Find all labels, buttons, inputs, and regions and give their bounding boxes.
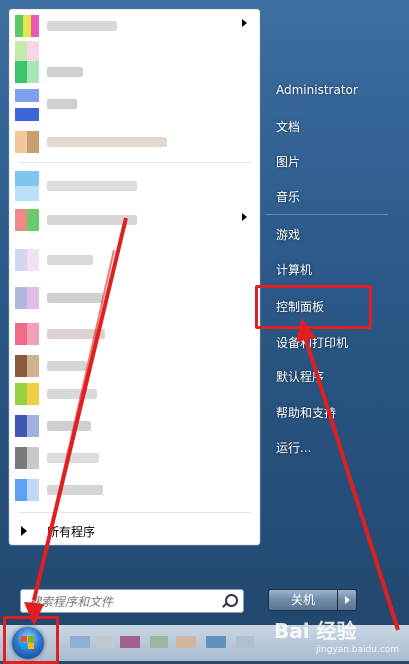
program-item[interactable]	[13, 169, 253, 203]
taskbar-item-blurred[interactable]	[96, 636, 114, 648]
program-icon	[15, 131, 39, 153]
watermark-sub: jingyan.baidu.com	[316, 645, 400, 655]
program-list-pane: 所有程序	[8, 8, 261, 546]
program-label-blurred	[47, 485, 103, 495]
highlight-box-control-panel	[255, 285, 372, 329]
taskbar-item-blurred[interactable]	[70, 636, 90, 648]
shutdown-button[interactable]: 关机	[268, 589, 338, 611]
right-item-music[interactable]: 音乐	[276, 188, 300, 205]
taskbar-item-blurred[interactable]	[150, 636, 168, 648]
program-icon	[15, 89, 39, 121]
program-icon	[15, 447, 39, 469]
right-item-help-support[interactable]: 帮助和支持	[276, 404, 336, 421]
program-item[interactable]	[13, 445, 253, 469]
program-label-blurred	[47, 99, 77, 109]
program-icon	[15, 479, 39, 501]
program-icon	[15, 209, 39, 231]
search-icon[interactable]	[225, 594, 238, 607]
program-icon	[15, 287, 39, 309]
chevron-right-icon[interactable]	[242, 19, 247, 27]
chevron-right-icon	[21, 526, 27, 536]
program-item[interactable]	[13, 59, 253, 83]
program-label-blurred	[47, 293, 103, 303]
right-separator	[266, 214, 388, 215]
program-item[interactable]	[13, 129, 253, 153]
program-label-blurred	[47, 361, 87, 371]
right-item-documents[interactable]: 文档	[276, 118, 300, 135]
program-icon	[15, 171, 39, 201]
chevron-right-icon[interactable]	[242, 213, 247, 221]
all-programs-button[interactable]: 所有程序	[9, 517, 260, 545]
program-label-blurred	[47, 389, 97, 399]
separator	[19, 512, 251, 513]
right-item-default-programs[interactable]: 默认程序	[276, 368, 324, 385]
search-box[interactable]	[20, 589, 244, 613]
program-icon	[15, 383, 39, 405]
program-icon	[15, 415, 39, 437]
right-item-devices-printers[interactable]: 设备和打印机	[276, 334, 348, 351]
all-programs-label: 所有程序	[47, 525, 96, 539]
right-item-computer[interactable]: 计算机	[276, 261, 312, 278]
program-item[interactable]	[13, 285, 253, 309]
program-item[interactable]	[13, 321, 253, 345]
shutdown-options-arrow[interactable]	[337, 589, 357, 611]
program-label-blurred	[47, 255, 93, 265]
separator	[19, 162, 251, 163]
right-item-administrator[interactable]: Administrator	[276, 83, 358, 97]
watermark-main: Bai 经验	[274, 619, 357, 643]
program-item[interactable]	[13, 247, 253, 271]
taskbar-item-blurred[interactable]	[120, 636, 140, 648]
right-item-run[interactable]: 运行...	[276, 439, 311, 456]
program-item[interactable]	[13, 477, 253, 501]
taskbar-item-blurred[interactable]	[206, 636, 226, 648]
program-label-blurred	[47, 67, 83, 77]
baidu-jingyan-watermark: Bai 经验 jingyan.baidu.com	[260, 615, 400, 659]
program-icon	[15, 61, 39, 83]
right-item-pictures[interactable]: 图片	[276, 153, 300, 170]
program-label-blurred	[47, 215, 137, 225]
right-item-games[interactable]: 游戏	[276, 226, 300, 243]
program-icon	[15, 323, 39, 345]
program-item[interactable]	[13, 87, 253, 123]
program-label-blurred	[47, 421, 91, 431]
search-input[interactable]	[27, 592, 221, 611]
program-item[interactable]	[13, 353, 253, 377]
program-label-blurred	[47, 181, 137, 191]
program-item[interactable]	[13, 413, 253, 437]
program-icon	[15, 355, 39, 377]
highlight-box-start-orb	[3, 616, 59, 664]
program-item[interactable]	[13, 381, 253, 405]
program-label-blurred	[47, 453, 99, 463]
program-item[interactable]	[13, 207, 253, 231]
taskbar-item-blurred[interactable]	[236, 636, 254, 648]
program-icon	[15, 249, 39, 271]
program-label-blurred	[47, 21, 117, 31]
program-label-blurred	[47, 137, 167, 147]
taskbar-item-blurred[interactable]	[176, 636, 196, 648]
program-item[interactable]	[13, 13, 253, 37]
program-label-blurred	[47, 329, 105, 339]
program-icon	[15, 15, 39, 37]
